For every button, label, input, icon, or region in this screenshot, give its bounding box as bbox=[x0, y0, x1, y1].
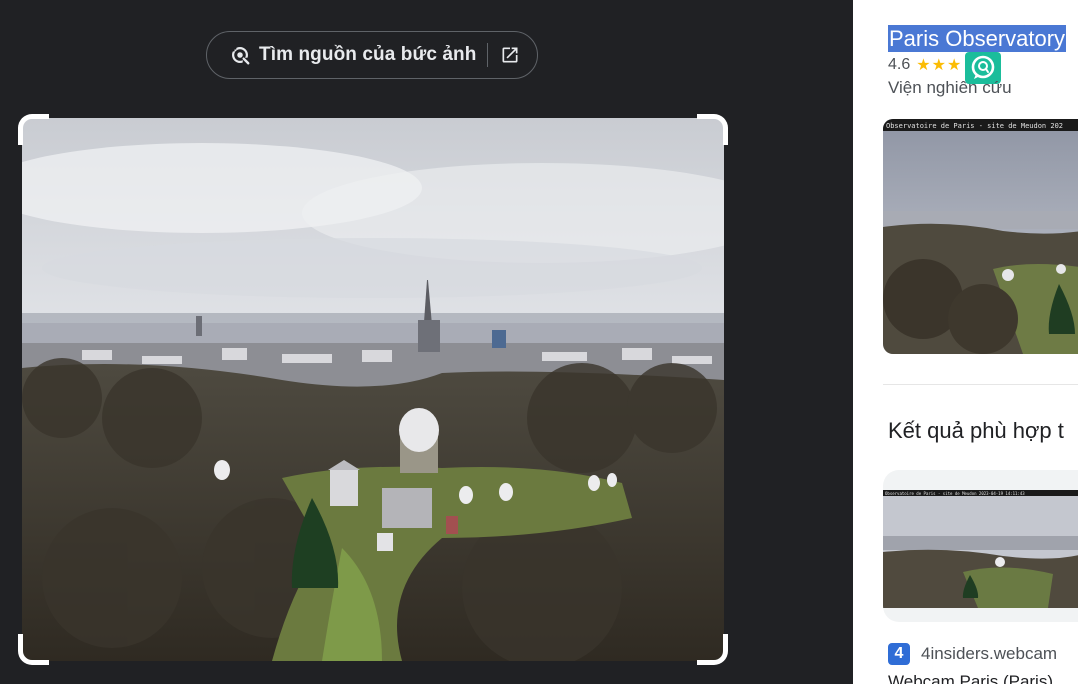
section-divider bbox=[883, 384, 1078, 385]
matches-section-title: Kết quả phù hợp t bbox=[888, 418, 1064, 443]
rating-row: 4.6 ★★★ bbox=[888, 55, 962, 75]
place-title[interactable]: Paris Observatory bbox=[888, 25, 1067, 52]
place-photo-thumbnail[interactable]: Observatoire de Paris - site de Meudon 2… bbox=[883, 119, 1078, 354]
open-in-new-icon[interactable] bbox=[500, 45, 520, 65]
results-pane: Paris Observatory 4.6 ★★★ Viện nghiên cứ… bbox=[853, 0, 1078, 684]
crop-handle-top-left[interactable] bbox=[18, 114, 49, 145]
image-viewer-pane: Tìm nguồn của bức ảnh bbox=[0, 0, 853, 684]
button-divider bbox=[487, 43, 489, 67]
site-favicon-icon: 4 bbox=[888, 643, 910, 665]
match-source[interactable]: 4 4insiders.webcam bbox=[888, 643, 1057, 665]
thumbnail-caption: Observatoire de Paris - site de Meudon 2… bbox=[886, 122, 1063, 130]
match-title[interactable]: Webcam Paris (Paris) bbox=[888, 672, 1053, 684]
crop-handle-bottom-right[interactable] bbox=[697, 634, 728, 665]
match-thumbnail: Observatoire de Paris - site de Meudon 2… bbox=[883, 490, 1078, 608]
find-image-source-label: Tìm nguồn của bức ảnh bbox=[259, 44, 477, 65]
crop-handle-bottom-left[interactable] bbox=[18, 634, 49, 665]
match-thumbnail-caption: Observatoire de Paris - site de Meudon 2… bbox=[885, 491, 1025, 496]
rating-value: 4.6 bbox=[888, 56, 911, 73]
crop-handle-top-right[interactable] bbox=[697, 114, 728, 145]
place-category: Viện nghiên cứu bbox=[888, 78, 1012, 97]
image-crop-frame[interactable] bbox=[18, 114, 728, 665]
rating-stars: ★★★ bbox=[916, 57, 963, 74]
lens-search-icon bbox=[231, 46, 250, 65]
match-card[interactable]: Observatoire de Paris - site de Meudon 2… bbox=[883, 470, 1078, 622]
find-image-source-button[interactable]: Tìm nguồn của bức ảnh bbox=[206, 31, 538, 79]
searched-photo bbox=[22, 118, 724, 661]
source-domain: 4insiders.webcam bbox=[921, 644, 1058, 663]
